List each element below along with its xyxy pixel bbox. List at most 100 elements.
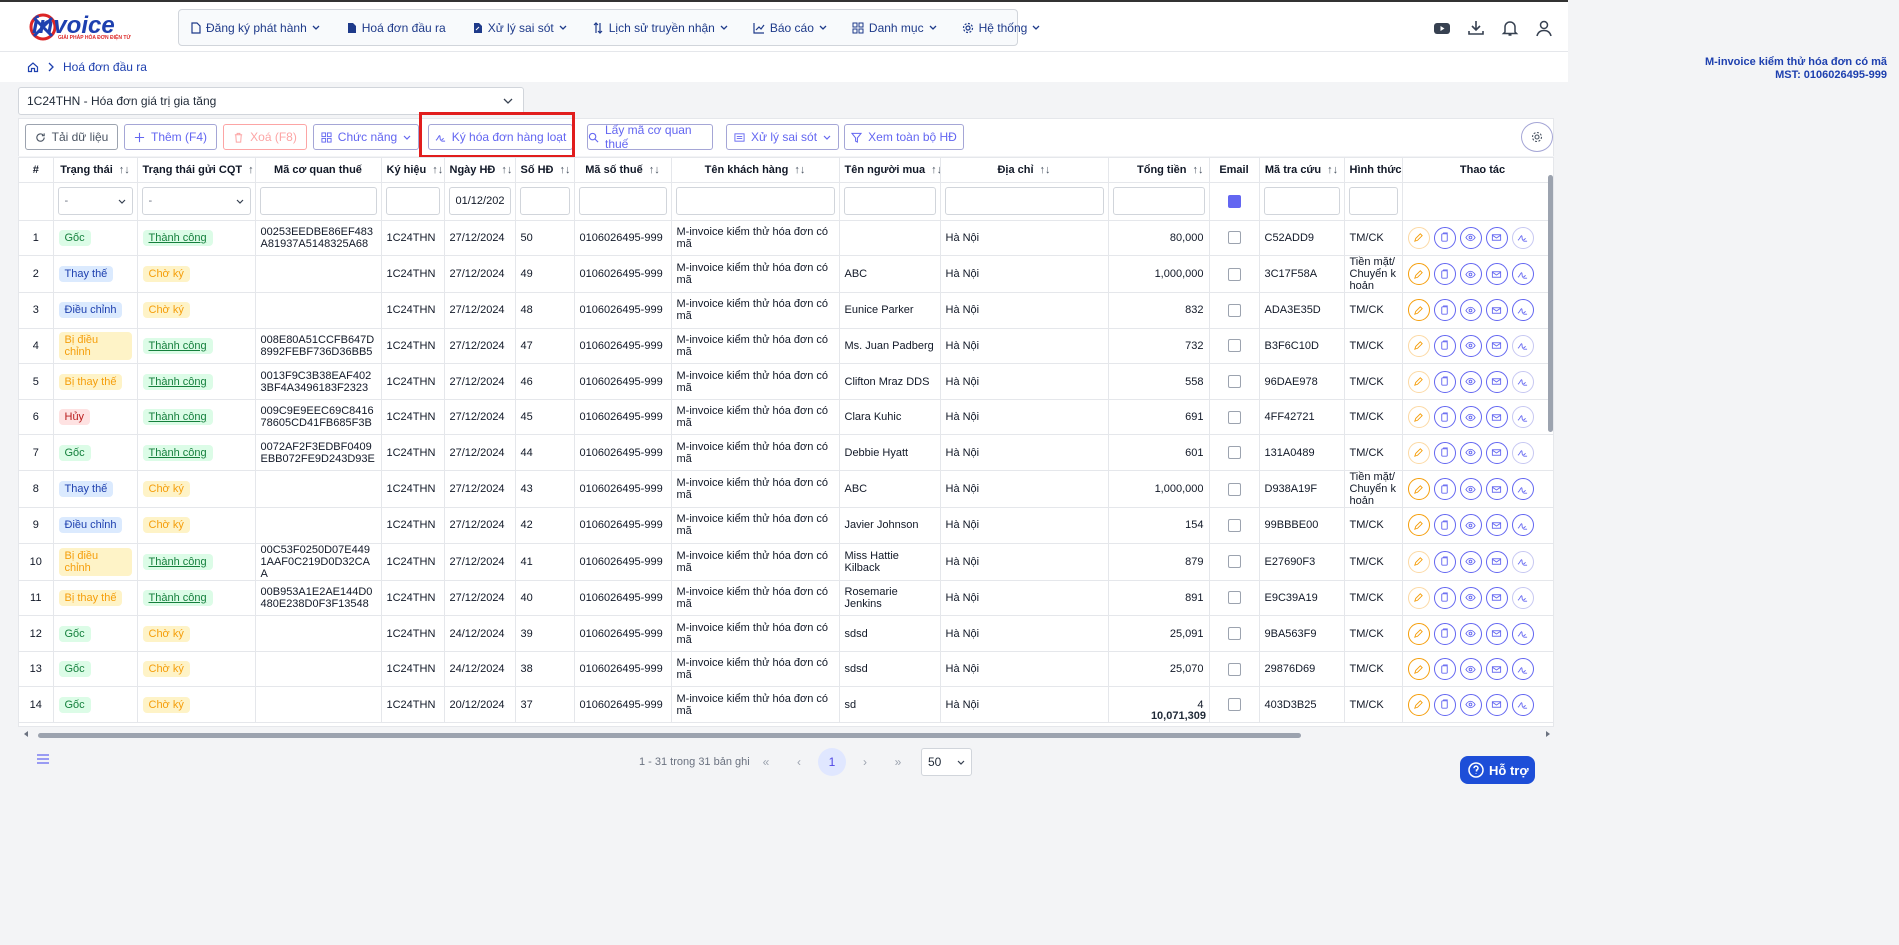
column-header[interactable]: Ngày HĐ ↑↓ bbox=[444, 158, 516, 183]
mst-filter[interactable] bbox=[578, 187, 667, 215]
view-button[interactable] bbox=[1459, 693, 1482, 716]
next-page-button[interactable]: › bbox=[851, 748, 879, 776]
table-row[interactable]: 11 Bị thay thế Thành công 00B953A1E2AE144D0… bbox=[19, 580, 1553, 617]
email-checkbox[interactable] bbox=[1227, 303, 1241, 317]
nav-item-2[interactable]: Xử lý sai sót bbox=[471, 21, 567, 35]
email-checkbox[interactable] bbox=[1227, 555, 1241, 569]
email-checkbox[interactable] bbox=[1227, 482, 1241, 496]
last-page-button[interactable]: » bbox=[884, 748, 912, 776]
copy-button[interactable] bbox=[1433, 226, 1456, 249]
email-checkbox[interactable] bbox=[1227, 446, 1241, 460]
first-page-button[interactable]: « bbox=[752, 748, 780, 776]
email-button[interactable] bbox=[1485, 334, 1508, 357]
horizontal-scrollbar[interactable] bbox=[38, 733, 1301, 738]
scroll-right-icon[interactable] bbox=[1544, 730, 1552, 738]
table-row[interactable]: 2 Thay thế Chờ ký 1C24THN 27/12/2024 49 010602… bbox=[19, 255, 1553, 294]
sign-button[interactable] bbox=[1511, 263, 1534, 286]
table-row[interactable]: 10 Bị điều chỉnh Thành công 00C53F0250D07E4… bbox=[19, 543, 1553, 581]
handle-errors-button[interactable]: Xử lý sai sót bbox=[726, 124, 839, 150]
sort-icon[interactable]: ↑↓ bbox=[649, 164, 660, 176]
sort-icon[interactable]: ↑↓ bbox=[1040, 164, 1051, 176]
sign-button[interactable] bbox=[1511, 406, 1534, 429]
email-checkbox[interactable] bbox=[1227, 698, 1241, 712]
sign-button[interactable] bbox=[1511, 658, 1534, 681]
nav-item-1[interactable]: Hoá đơn đầu ra bbox=[345, 21, 446, 35]
total-filter[interactable] bbox=[1112, 187, 1205, 215]
view-button[interactable] bbox=[1459, 370, 1482, 393]
table-row[interactable]: 4 Bị điều chỉnh Thành công 008E80A51CCFB647… bbox=[19, 328, 1553, 365]
table-row[interactable]: 3 Điều chỉnh Chờ ký 1C24THN 27/12/2024 48 0106… bbox=[19, 292, 1553, 329]
sort-icon[interactable]: ↑↓ bbox=[432, 164, 443, 176]
copy-button[interactable] bbox=[1433, 622, 1456, 645]
view-button[interactable] bbox=[1459, 299, 1482, 322]
email-button[interactable] bbox=[1485, 263, 1508, 286]
edit-button[interactable] bbox=[1407, 658, 1430, 681]
view-button[interactable] bbox=[1459, 478, 1482, 501]
edit-button[interactable] bbox=[1407, 586, 1430, 609]
column-header[interactable]: Mã cơ quan thuế bbox=[255, 158, 382, 183]
bell-icon[interactable] bbox=[1500, 18, 1520, 38]
nav-item-6[interactable]: Hệ thống bbox=[962, 21, 1041, 35]
number-filter[interactable] bbox=[519, 187, 570, 215]
view-button[interactable] bbox=[1459, 514, 1482, 537]
edit-button[interactable] bbox=[1407, 550, 1430, 573]
email-button[interactable] bbox=[1485, 370, 1508, 393]
view-button[interactable] bbox=[1459, 441, 1482, 464]
tax-code-filter[interactable] bbox=[259, 187, 377, 215]
email-button[interactable] bbox=[1485, 622, 1508, 645]
sign-button[interactable] bbox=[1511, 226, 1534, 249]
view-button[interactable] bbox=[1459, 334, 1482, 357]
send-status-badge[interactable]: Thành công bbox=[142, 444, 213, 461]
view-button[interactable] bbox=[1459, 550, 1482, 573]
copy-button[interactable] bbox=[1433, 263, 1456, 286]
invoice-series-select[interactable]: 1C24THN - Hóa đơn giá trị gia tăng bbox=[18, 87, 524, 115]
email-checkbox[interactable] bbox=[1227, 662, 1241, 676]
sort-icon[interactable]: ↑↓ bbox=[501, 164, 512, 176]
send-status-badge[interactable]: Thành công bbox=[142, 589, 213, 606]
sign-button[interactable] bbox=[1511, 370, 1534, 393]
send-status-badge[interactable]: Thành công bbox=[142, 373, 213, 390]
edit-button[interactable] bbox=[1407, 299, 1430, 322]
column-header[interactable]: Trạng thái ↑↓ bbox=[53, 158, 138, 183]
youtube-icon[interactable] bbox=[1432, 18, 1452, 38]
sign-button[interactable] bbox=[1511, 622, 1534, 645]
table-row[interactable]: 13 Gốc Chờ ký 1C24THN 24/12/2024 38 0106026495… bbox=[19, 651, 1553, 688]
edit-button[interactable] bbox=[1407, 370, 1430, 393]
email-button[interactable] bbox=[1485, 658, 1508, 681]
column-header[interactable]: Tổng tiền ↑↓ bbox=[1108, 158, 1210, 183]
home-icon[interactable] bbox=[27, 61, 39, 73]
edit-button[interactable] bbox=[1407, 478, 1430, 501]
send-status-badge[interactable]: Thành công bbox=[142, 337, 213, 354]
view-button[interactable] bbox=[1459, 622, 1482, 645]
functions-button[interactable]: Chức năng bbox=[313, 124, 419, 150]
form-filter[interactable] bbox=[1348, 187, 1398, 215]
copy-button[interactable] bbox=[1433, 658, 1456, 681]
table-row[interactable]: 5 Bị thay thế Thành công 0013F9C3B38EAF4023… bbox=[19, 363, 1553, 400]
menu-lines-icon[interactable] bbox=[37, 754, 49, 764]
table-row[interactable]: 14 Gốc Chờ ký 1C24THN 20/12/2024 37 0106026495… bbox=[19, 686, 1553, 724]
table-row[interactable]: 12 Gốc Chờ ký 1C24THN 24/12/2024 39 0106026495… bbox=[19, 615, 1553, 652]
copy-button[interactable] bbox=[1433, 334, 1456, 357]
send-status-badge[interactable]: Thành công bbox=[142, 409, 213, 426]
copy-button[interactable] bbox=[1433, 550, 1456, 573]
email-button[interactable] bbox=[1485, 550, 1508, 573]
sort-icon[interactable]: ↑↓ bbox=[1327, 164, 1338, 176]
table-row[interactable]: 8 Thay thế Chờ ký 1C24THN 27/12/2024 43 010602… bbox=[19, 470, 1553, 509]
sort-icon[interactable]: ↑↓ bbox=[794, 164, 805, 176]
add-button[interactable]: Thêm (F4) bbox=[124, 124, 217, 150]
column-header[interactable]: Mã tra cứu ↑↓ bbox=[1259, 158, 1345, 183]
email-button[interactable] bbox=[1485, 478, 1508, 501]
sign-button[interactable] bbox=[1511, 693, 1534, 716]
email-checkbox[interactable] bbox=[1227, 410, 1241, 424]
sign-button[interactable] bbox=[1511, 586, 1534, 609]
table-settings-button[interactable] bbox=[1521, 122, 1553, 152]
view-button[interactable] bbox=[1459, 658, 1482, 681]
customer-filter[interactable] bbox=[675, 187, 835, 215]
email-button[interactable] bbox=[1485, 299, 1508, 322]
sort-icon[interactable]: ↑↓ bbox=[119, 164, 130, 176]
delete-button[interactable]: Xoá (F8) bbox=[223, 124, 307, 150]
table-row[interactable]: 9 Điều chỉnh Chờ ký 1C24THN 27/12/2024 42 0106… bbox=[19, 507, 1553, 544]
nav-item-5[interactable]: Danh mục bbox=[852, 21, 937, 35]
edit-button[interactable] bbox=[1407, 263, 1430, 286]
email-checkbox[interactable] bbox=[1227, 591, 1241, 605]
